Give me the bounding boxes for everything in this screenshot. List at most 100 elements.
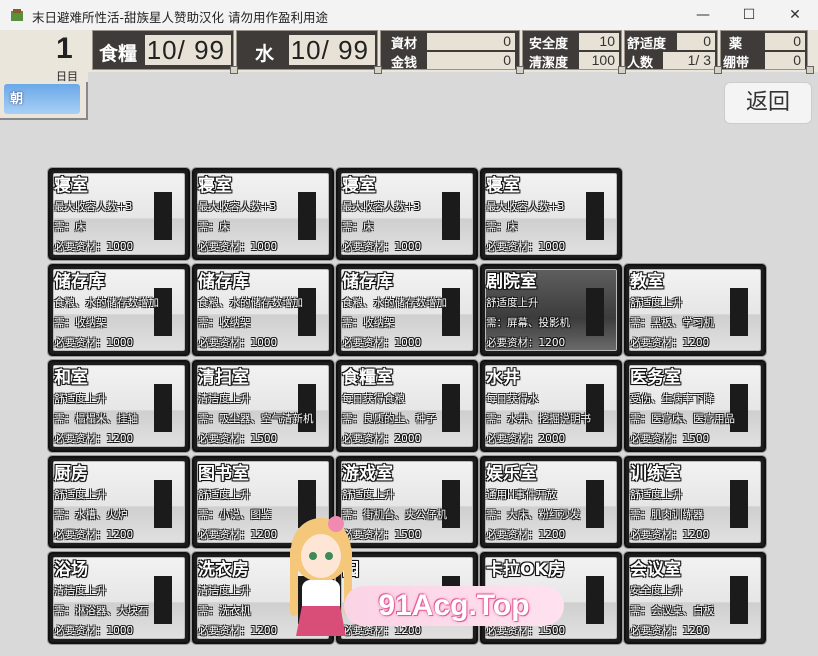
time-of-day-panel: 朝 xyxy=(0,82,88,120)
room-effect: 最大收容人数+3 xyxy=(54,201,133,213)
window-title: 末日避难所性活-甜族星人赞助汉化 请勿用作盈利用途 xyxy=(32,10,328,25)
window-titlebar: 末日避难所性活-甜族星人赞助汉化 请勿用作盈利用途 — ☐ ✕ xyxy=(0,0,818,31)
water-value: 10/ 99 xyxy=(289,35,375,65)
room-requirement: 需：床 xyxy=(342,221,374,233)
room-card[interactable]: 医务室 受伤、生病率下降 需：医疗床、医疗用品 必要资材：1500 xyxy=(623,359,767,453)
room-cost: 必要资材：1000 xyxy=(198,241,278,253)
safety-panel: 安全度 10 清潔度 100 xyxy=(522,30,622,71)
door-graphic xyxy=(730,576,748,624)
room-effect: 食粮、水的储存数增加 xyxy=(342,297,447,309)
room-effect: 舒适度上升 xyxy=(342,489,395,501)
room-card[interactable]: 储存库 食粮、水的储存数增加 需：收纳架 必要资材：1000 xyxy=(191,263,335,357)
room-name: 浴场 xyxy=(54,560,88,580)
room-requirement: 需：收纳架 xyxy=(342,317,395,329)
room-effect: 舒适度上升 xyxy=(54,489,107,501)
room-card[interactable]: 储存库 食粮、水的储存数增加 需：收纳架 必要资材：1000 xyxy=(47,263,191,357)
door-graphic xyxy=(586,288,604,336)
room-cost: 必要资材：1200 xyxy=(198,625,278,637)
back-button[interactable]: 返回 xyxy=(724,82,812,124)
mascot-watermark-image xyxy=(290,516,352,636)
cleanliness-value: 100 xyxy=(579,52,619,69)
room-cost: 必要资材：1000 xyxy=(54,625,134,637)
room-effect: 受伤、生病率下降 xyxy=(630,393,714,405)
room-requirement: 需：榻榻米、挂轴 xyxy=(54,413,138,425)
room-cost: 必要资材：1200 xyxy=(54,433,134,445)
people-label: 人数 xyxy=(627,56,654,71)
room-name: 会议室 xyxy=(630,560,681,580)
bandage-label: 绷带 xyxy=(723,56,750,71)
comfort-panel: 舒适度 0 人数 1/ 3 xyxy=(624,30,718,71)
room-effect: 舒适度上升 xyxy=(198,489,251,501)
room-name: 清扫室 xyxy=(198,368,249,388)
medicine-label: 薬 xyxy=(729,37,743,52)
panel-corner xyxy=(230,66,238,74)
door-graphic xyxy=(154,480,172,528)
room-effect: 舒适度上升 xyxy=(54,393,107,405)
room-card[interactable]: 训练室 舒适度上升 需：肌肉训练器 必要资材：1200 xyxy=(623,455,767,549)
room-requirement: 需：收纳架 xyxy=(54,317,107,329)
room-requirement: 需：淋浴器、大块石 xyxy=(54,605,149,617)
room-card[interactable]: 寝室 最大收容人数+3 需：床 必要资材：1000 xyxy=(191,167,335,261)
room-name: 水井 xyxy=(486,368,520,388)
room-card[interactable]: 水井 每日获得水 需：水井、挖掘说明书 必要资材：2000 xyxy=(479,359,623,453)
room-card[interactable]: 娱乐室通用H事件开放需：大床、粉红沙发 必要资材：1200 xyxy=(479,455,623,549)
maximize-button[interactable]: ☐ xyxy=(726,0,772,30)
room-card[interactable]: 寝室最大收容人数+3 需：床必要资材：1000 xyxy=(335,167,479,261)
room-requirement: 需：床 xyxy=(486,221,518,233)
day-number: 1 xyxy=(56,32,73,65)
room-requirement: 需：吸尘器、空气清新机 xyxy=(198,413,314,425)
panel-corner xyxy=(806,66,814,74)
room-name: 寝室 xyxy=(342,176,376,196)
room-cost: 必要资材：1200 xyxy=(630,337,710,349)
room-requirement: 需：床 xyxy=(198,221,230,233)
door-graphic xyxy=(442,384,460,432)
room-cost: 必要资材：1200 xyxy=(54,529,134,541)
materials-label: 資材 xyxy=(391,37,418,52)
room-effect: 食粮、水的储存数增加 xyxy=(198,297,303,309)
door-graphic xyxy=(154,192,172,240)
room-card[interactable]: 储存库 食粮、水的储存数增加 需：收纳架 必要资材：1000 xyxy=(335,263,479,357)
room-card[interactable]: 教室 舒适度上升 需：黑板、学习机 必要资材：1200 xyxy=(623,263,767,357)
room-name: 游戏室 xyxy=(342,464,393,484)
door-graphic xyxy=(586,576,604,624)
minimize-button[interactable]: — xyxy=(680,0,726,30)
room-card[interactable]: 浴场 清洁度上升 需：淋浴器、大块石 必要资材：1000 xyxy=(47,551,191,645)
room-card[interactable]: 会议室 安全度上升 需：会议桌、白板 必要资材：1200 xyxy=(623,551,767,645)
room-effect: 最大收容人数+3 xyxy=(198,201,277,213)
room-card[interactable]: 厨房 舒适度上升 需：水槽、火炉 必要资材：1200 xyxy=(47,455,191,549)
room-card[interactable]: 和室 舒适度上升 需：榻榻米、挂轴 必要资材：1200 xyxy=(47,359,191,453)
room-effect: 食粮、水的储存数增加 xyxy=(54,297,159,309)
room-requirement: 需：水槽、火炉 xyxy=(54,509,128,521)
room-effect: 通用H事件开放 xyxy=(486,489,557,501)
people-value: 1/ 3 xyxy=(663,52,715,69)
room-cost: 必要资材：2000 xyxy=(486,433,566,445)
room-name: 寝室 xyxy=(54,176,88,196)
room-cost: 必要资材：1000 xyxy=(342,241,422,253)
close-button[interactable]: ✕ xyxy=(772,0,818,30)
money-value: 0 xyxy=(427,52,515,69)
room-card[interactable]: 寝室 最大收容人数+3 需：床 必要资材：1000 xyxy=(47,167,191,261)
room-cost: 必要资材：1200 xyxy=(486,529,566,541)
room-name: 医务室 xyxy=(630,368,681,388)
food-label: 食糧 xyxy=(99,43,138,65)
room-requirement: 需：屏幕、投影机 xyxy=(486,317,570,329)
medicine-value: 0 xyxy=(765,33,805,50)
room-card[interactable]: 食糧室 每日获得食粮 需：良质的土、种子 必要资材：2000 xyxy=(335,359,479,453)
room-effect: 最大收容人数+3 xyxy=(486,201,565,213)
time-of-day-indicator: 朝 xyxy=(4,84,80,114)
room-requirement: 需：床 xyxy=(54,221,86,233)
room-effect: 安全度上升 xyxy=(630,585,683,597)
room-name: 娱乐室 xyxy=(486,464,537,484)
room-cost: 必要资材：1200 xyxy=(630,529,710,541)
room-card[interactable]: 寝室 最大收容人数+3 需：床 必要资材：1000 xyxy=(479,167,623,261)
door-graphic xyxy=(730,288,748,336)
room-requirement: 需：医疗床、医疗用品 xyxy=(630,413,735,425)
time-of-day-label: 朝 xyxy=(10,92,24,107)
room-card[interactable]: 剧院室 舒适度上升 需：屏幕、投影机 必要资材：1200 xyxy=(479,263,623,357)
room-requirement: 需：大床、粉红沙发 xyxy=(486,509,581,521)
door-graphic xyxy=(586,480,604,528)
room-card[interactable]: 清扫室 清洁度上升 需：吸尘器、空气清新机 必要资材：1500 xyxy=(191,359,335,453)
door-graphic xyxy=(442,192,460,240)
room-name: 储存库 xyxy=(198,272,249,292)
room-effect: 最大收容人数+3 xyxy=(342,201,421,213)
